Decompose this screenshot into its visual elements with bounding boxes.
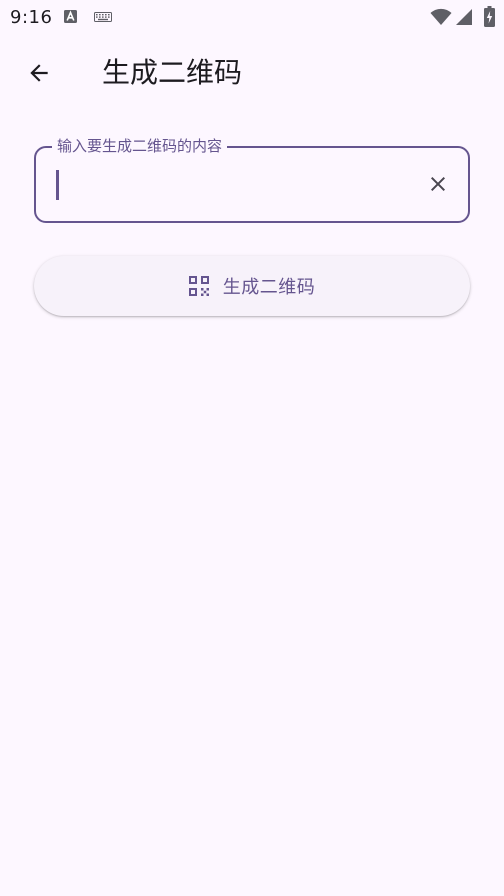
wifi-icon [430, 8, 452, 25]
a-app-icon [64, 10, 77, 23]
battery-charging-icon [484, 6, 495, 27]
generate-button-label: 生成二维码 [222, 277, 316, 298]
keyboard-icon [94, 12, 112, 22]
text-cursor [56, 170, 59, 200]
arrow-back-icon [30, 64, 48, 82]
qr-code-icon [188, 276, 209, 296]
page-title: 生成二维码 [102, 56, 243, 89]
signal-icon [456, 9, 472, 25]
status-time: 9:16 [10, 7, 53, 28]
clear-button[interactable] [422, 168, 454, 200]
status-bar: 9:16 [0, 0, 504, 34]
content-field-label: 输入要生成二维码的内容 [52, 137, 228, 155]
content-input[interactable] [60, 166, 404, 204]
generate-qr-button[interactable]: 生成二维码 [34, 256, 470, 316]
back-button[interactable] [16, 50, 62, 96]
content-text-field[interactable]: 输入要生成二维码的内容 [34, 137, 470, 223]
close-icon [431, 177, 445, 191]
